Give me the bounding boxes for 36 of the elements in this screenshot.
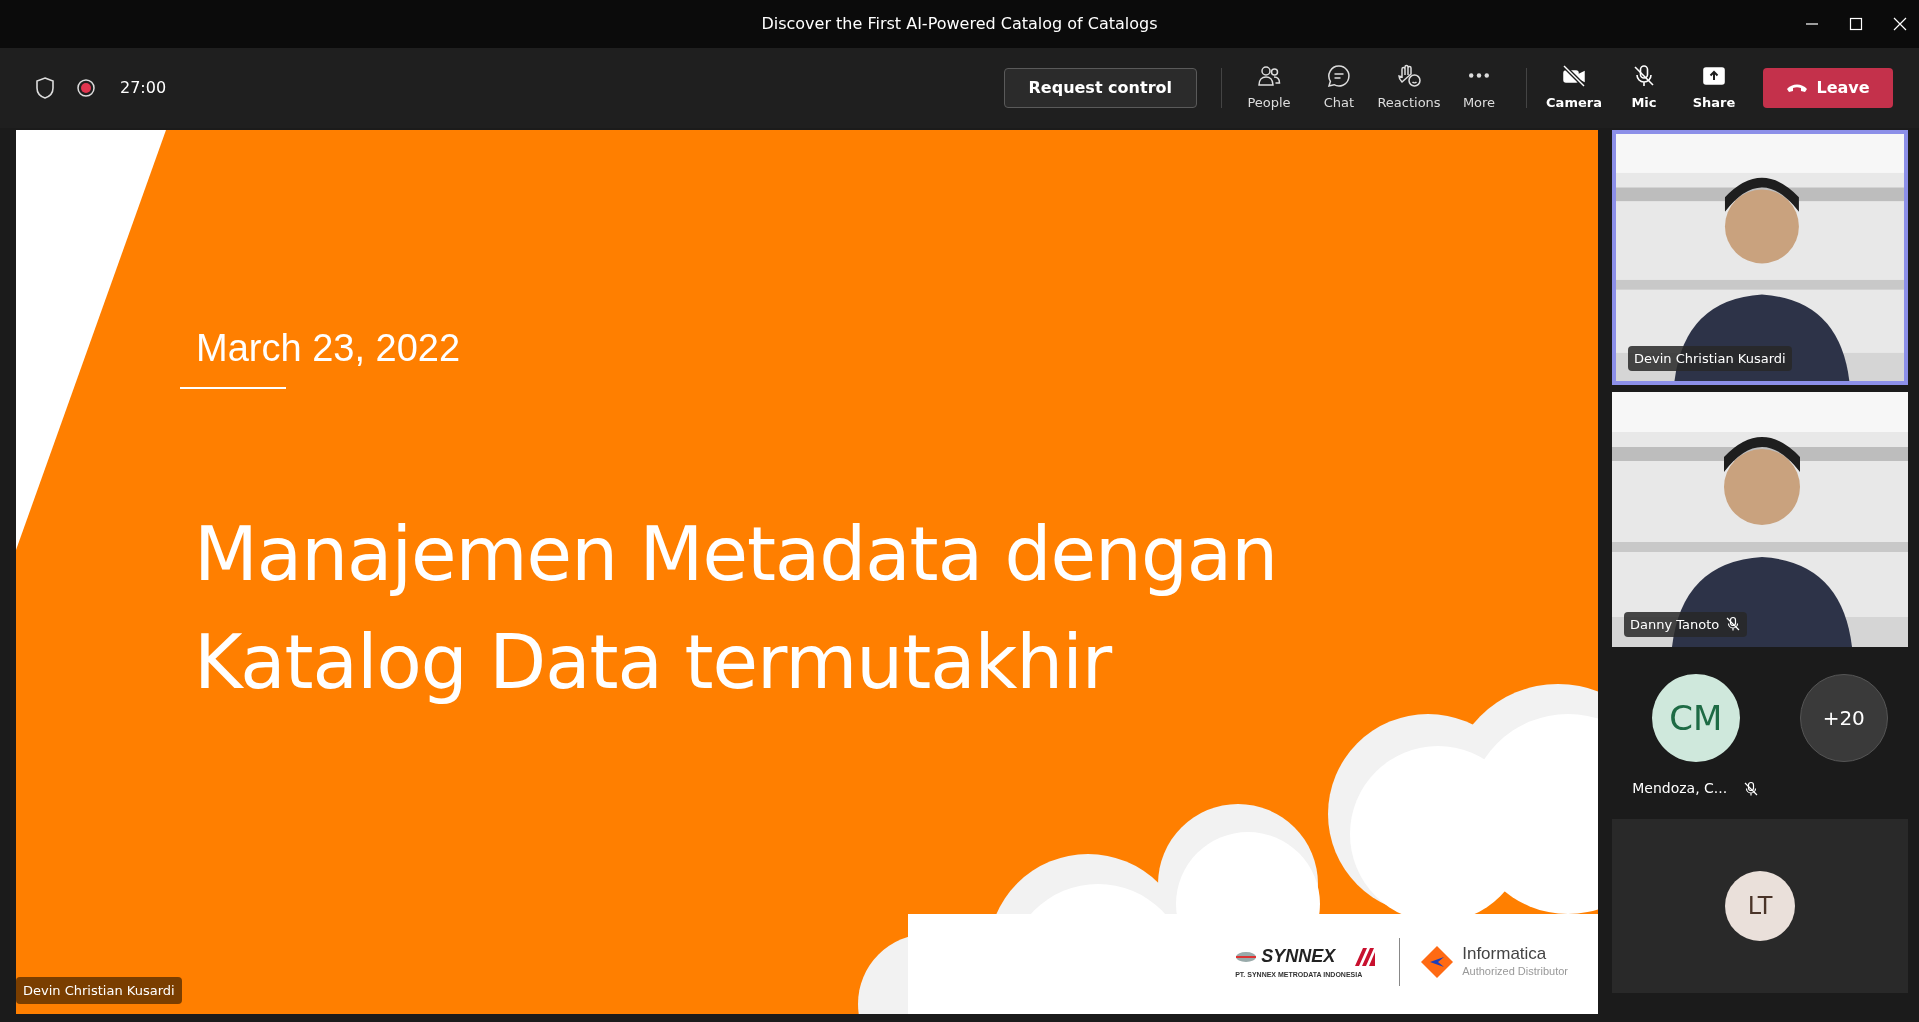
chat-icon (1326, 63, 1352, 90)
meeting-timer: 27:00 (120, 77, 167, 99)
more-icon (1469, 73, 1489, 79)
distributor-caption: Authorized Distributor (1462, 963, 1568, 979)
participant-avatar: LT (1725, 871, 1795, 941)
people-button[interactable]: People (1234, 63, 1304, 113)
hand-icon (1396, 63, 1422, 90)
close-icon[interactable] (1891, 15, 1909, 33)
maximize-icon[interactable] (1847, 15, 1865, 33)
more-button[interactable]: More (1444, 63, 1514, 113)
phone-icon (1786, 82, 1809, 94)
window-title: Discover the First AI-Powered Catalog of Catalogs (761, 13, 1158, 35)
participant-name: Devin Christian Kusardi (1628, 345, 1792, 371)
slide-title: Manajemen Metadata dengan Katalog Data termutakhir (194, 510, 1278, 707)
camera-button[interactable]: Camera (1539, 63, 1609, 113)
informatica-logo-icon (1420, 945, 1455, 979)
slide-date: March 23, 2022 (180, 320, 477, 389)
presenter-name: Devin Christian Kusardi (16, 976, 182, 1004)
camera-icon (1561, 63, 1587, 90)
participant-avatar[interactable]: CM (1651, 674, 1740, 762)
participant-tile[interactable]: LT (1612, 819, 1908, 993)
synnex-logo-text: SYNNEX (1261, 945, 1336, 969)
synnex-logo-icon (1235, 950, 1258, 963)
video-tile[interactable]: Danny Tanoto (1612, 392, 1908, 647)
participant-name: Mendoza, C... (1632, 779, 1728, 798)
mic-button[interactable]: Mic (1609, 63, 1679, 113)
reactions-button[interactable]: Reactions (1374, 63, 1444, 113)
more-participants-button[interactable]: +20 (1799, 674, 1888, 762)
leave-button[interactable]: Leave (1763, 68, 1893, 108)
video-tile[interactable]: Devin Christian Kusardi (1612, 130, 1908, 385)
participant-name: Danny Tanoto (1624, 611, 1748, 637)
share-button[interactable]: Share (1679, 63, 1749, 113)
shield-icon[interactable] (34, 76, 56, 100)
informatica-logo-text: Informatica (1462, 944, 1548, 963)
chat-button[interactable]: Chat (1304, 63, 1374, 113)
request-control-button[interactable]: Request control (1003, 68, 1197, 108)
